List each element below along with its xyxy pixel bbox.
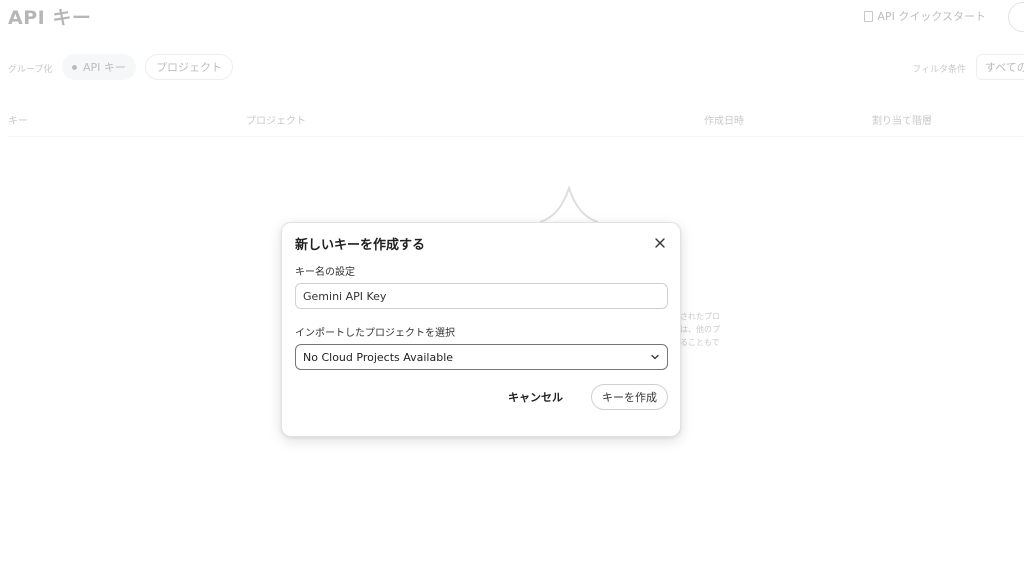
page-title: API キー — [8, 7, 92, 29]
column-header-project: プロジェクト — [246, 116, 306, 127]
selected-dot-icon — [72, 64, 77, 70]
project-select[interactable]: No Cloud Projects Available — [295, 344, 668, 370]
group-chip-projects[interactable]: プロジェクト — [145, 54, 233, 80]
project-select-label: インポートしたプロジェクトを選択 — [295, 328, 455, 339]
key-name-label: キー名の設定 — [295, 267, 355, 278]
chip-label: API キー — [83, 61, 126, 74]
dialog-title: 新しいキーを作成する — [295, 238, 426, 253]
empty-text-line: は、他のプ — [680, 325, 720, 334]
close-button[interactable] — [650, 233, 670, 253]
column-header-key: キー — [8, 116, 28, 127]
empty-text-line: ることもで — [680, 338, 720, 347]
empty-state-text: されたプロ は、他のプ ることもで — [680, 310, 740, 349]
key-name-input[interactable] — [295, 283, 668, 309]
filter-value: すべての — [985, 61, 1024, 74]
account-button[interactable] — [1008, 2, 1024, 32]
empty-text-line: されたプロ — [680, 312, 720, 321]
create-key-dialog: 新しいキーを作成する キー名の設定 インポートしたプロジェクトを選択 No Cl… — [281, 222, 681, 437]
project-select-value: No Cloud Projects Available — [303, 350, 454, 364]
table-header-divider — [8, 136, 1024, 137]
app-page: API キー API クイックスタート グループ化 API キー プロジェクト … — [0, 0, 1024, 576]
group-by-label: グループ化 — [8, 65, 53, 75]
filter-label: フィルタ条件 — [912, 65, 966, 75]
create-key-button[interactable]: キーを作成 — [591, 384, 668, 410]
quickstart-label: API クイックスタート — [877, 10, 986, 23]
cancel-button[interactable]: キャンセル — [504, 384, 567, 410]
document-icon — [864, 10, 874, 22]
column-header-tier: 割り当て階層 — [872, 116, 932, 127]
chevron-down-icon — [651, 354, 659, 360]
close-icon — [655, 238, 665, 248]
group-chip-api-keys[interactable]: API キー — [62, 54, 136, 80]
empty-state-icon — [539, 186, 599, 223]
quickstart-link[interactable]: API クイックスタート — [864, 8, 986, 24]
chip-label: プロジェクト — [156, 61, 222, 74]
column-header-created: 作成日時 — [704, 116, 744, 127]
filter-select[interactable]: すべての — [976, 54, 1024, 80]
